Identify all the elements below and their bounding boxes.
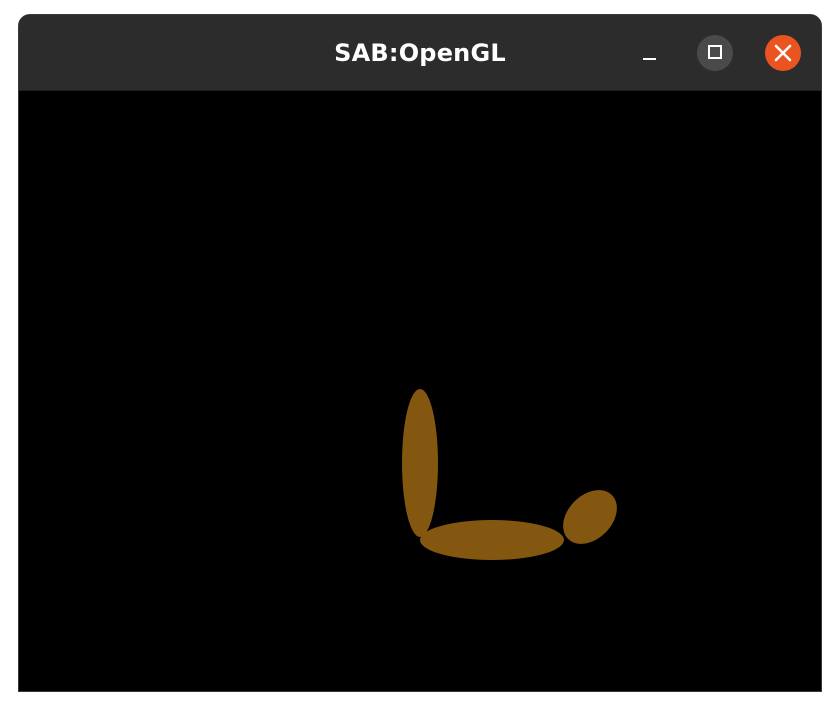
maximize-icon (708, 45, 722, 59)
close-button[interactable] (765, 35, 801, 71)
title-bar[interactable]: SAB:OpenGL (19, 15, 821, 91)
minimize-button[interactable] (631, 35, 667, 71)
close-icon (774, 44, 792, 62)
end-segment (563, 490, 617, 544)
upper-vertical-segment (402, 389, 438, 537)
minimize-icon (643, 58, 656, 60)
maximize-button[interactable] (697, 35, 733, 71)
horizontal-segment (420, 520, 564, 560)
opengl-canvas[interactable] (19, 91, 821, 691)
app-window: SAB:OpenGL (18, 14, 822, 692)
